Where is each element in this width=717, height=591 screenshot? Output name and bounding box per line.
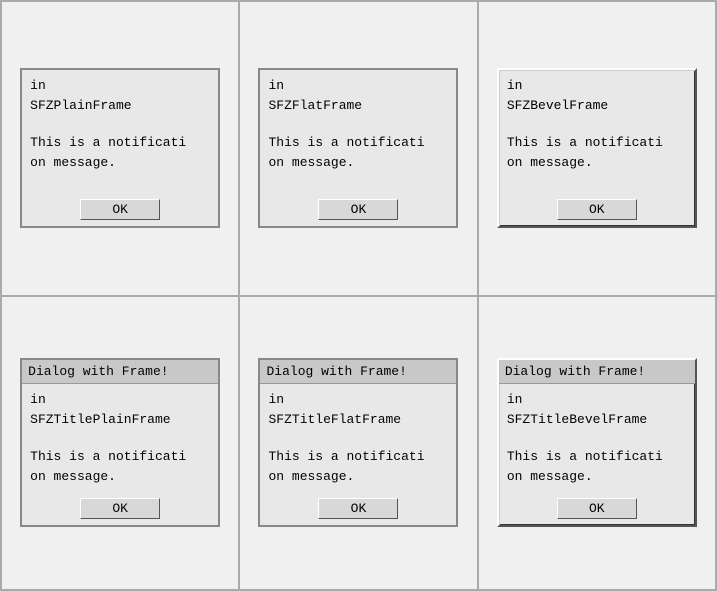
message-title-plain: This is a notificati on message. (30, 447, 210, 486)
dialog-plain: in SFZPlainFrame This is a notificati on… (20, 68, 220, 228)
dialog-title-flat: Dialog with Frame! in SFZTitleFlatFrame … (258, 358, 458, 527)
message-plain: This is a notificati on message. (30, 133, 210, 172)
frame-label-title-bevel: in (507, 390, 687, 410)
frame-label-bevel: in (507, 76, 687, 96)
cell-title-flat: Dialog with Frame! in SFZTitleFlatFrame … (239, 296, 477, 591)
message-title-flat: This is a notificati on message. (268, 447, 448, 486)
dialog-body-title-plain: in SFZTitlePlainFrame This is a notifica… (22, 384, 218, 492)
frame-name-title-flat: SFZTitleFlatFrame (268, 410, 448, 430)
dialog-body-title-flat: in SFZTitleFlatFrame This is a notificat… (260, 384, 456, 492)
footer-plain: OK (22, 193, 218, 226)
cell-flat: in SFZFlatFrame This is a notificati on … (239, 1, 477, 296)
main-grid: in SFZPlainFrame This is a notificati on… (0, 0, 717, 591)
footer-flat: OK (260, 193, 456, 226)
frame-label-plain: in (30, 76, 210, 96)
frame-label-flat: in (268, 76, 448, 96)
frame-name-title-plain: SFZTitlePlainFrame (30, 410, 210, 430)
footer-title-flat: OK (260, 492, 456, 525)
ok-button-flat[interactable]: OK (318, 199, 398, 220)
dialog-bevel: in SFZBevelFrame This is a notificati on… (497, 68, 697, 228)
ok-button-bevel[interactable]: OK (557, 199, 637, 220)
footer-title-plain: OK (22, 492, 218, 525)
cell-plain: in SFZPlainFrame This is a notificati on… (1, 1, 239, 296)
frame-label-title-flat: in (268, 390, 448, 410)
dialog-body-plain: in SFZPlainFrame This is a notificati on… (22, 70, 218, 193)
dialog-body-title-bevel: in SFZTitleBevelFrame This is a notifica… (499, 384, 695, 492)
ok-button-title-plain[interactable]: OK (80, 498, 160, 519)
dialog-title-header-plain: Dialog with Frame! (22, 360, 218, 384)
frame-label-title-plain: in (30, 390, 210, 410)
message-flat: This is a notificati on message. (268, 133, 448, 172)
ok-button-plain[interactable]: OK (80, 199, 160, 220)
dialog-flat: in SFZFlatFrame This is a notificati on … (258, 68, 458, 228)
message-title-bevel: This is a notificati on message. (507, 447, 687, 486)
dialog-title-bevel: Dialog with Frame! in SFZTitleBevelFrame… (497, 358, 697, 527)
ok-button-title-bevel[interactable]: OK (557, 498, 637, 519)
footer-title-bevel: OK (499, 492, 695, 525)
dialog-body-bevel: in SFZBevelFrame This is a notificati on… (499, 70, 695, 193)
dialog-title-header-flat: Dialog with Frame! (260, 360, 456, 384)
message-bevel: This is a notificati on message. (507, 133, 687, 172)
frame-name-title-bevel: SFZTitleBevelFrame (507, 410, 687, 430)
dialog-body-flat: in SFZFlatFrame This is a notificati on … (260, 70, 456, 193)
dialog-title-header-bevel: Dialog with Frame! (499, 360, 695, 384)
cell-title-plain: Dialog with Frame! in SFZTitlePlainFrame… (1, 296, 239, 591)
dialog-title-plain: Dialog with Frame! in SFZTitlePlainFrame… (20, 358, 220, 527)
cell-title-bevel: Dialog with Frame! in SFZTitleBevelFrame… (478, 296, 716, 591)
footer-bevel: OK (499, 193, 695, 226)
frame-name-flat: SFZFlatFrame (268, 96, 448, 116)
frame-name-plain: SFZPlainFrame (30, 96, 210, 116)
cell-bevel: in SFZBevelFrame This is a notificati on… (478, 1, 716, 296)
ok-button-title-flat[interactable]: OK (318, 498, 398, 519)
frame-name-bevel: SFZBevelFrame (507, 96, 687, 116)
